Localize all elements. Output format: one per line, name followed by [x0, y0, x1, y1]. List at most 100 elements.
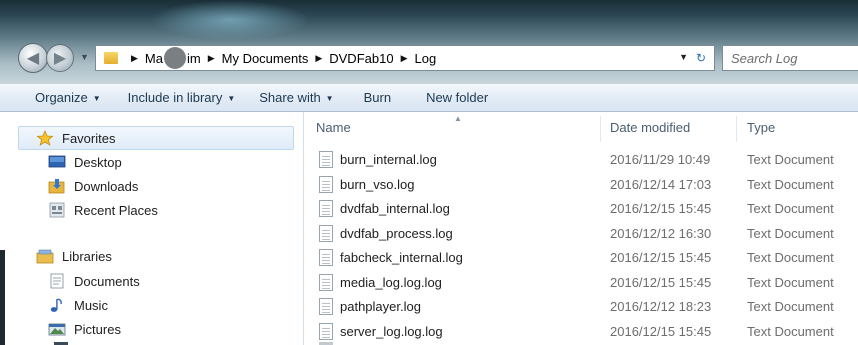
- sidebar-item-label: Music: [74, 297, 108, 313]
- column-header-type[interactable]: Type: [747, 120, 775, 135]
- sidebar-item-label: Downloads: [74, 178, 139, 194]
- file-row[interactable]: dvdfab_internal.log 2016/12/15 15:45 Text …: [304, 197, 858, 221]
- file-date-modified: 2016/12/15 15:45: [610, 274, 712, 290]
- aero-glow: [150, 0, 310, 40]
- breadcrumb: ▶ Ma im ▶ My Documents ▶ DVDFab10 ▶ Log: [124, 47, 436, 69]
- redaction-blur: [163, 47, 186, 69]
- file-row[interactable]: burn_internal.log 2016/11/29 10:49 Text Do…: [304, 148, 858, 172]
- organize-button[interactable]: Organize ▼: [35, 90, 101, 105]
- navigation-pane: Favorites Desktop Downloads Recent Place…: [0, 112, 304, 345]
- column-divider[interactable]: [736, 116, 737, 142]
- file-row[interactable]: fabcheck_internal.log 2016/12/15 15:45 Tex…: [304, 246, 858, 270]
- file-date-modified: 2016/12/15 15:45: [610, 201, 712, 216]
- title-bar: [0, 0, 858, 84]
- sidebar-item-recent-places[interactable]: Recent Places: [48, 200, 158, 220]
- window-edge: [0, 250, 5, 345]
- file-name: burn_internal.log: [340, 152, 437, 167]
- back-button[interactable]: ◀: [18, 43, 48, 73]
- file-type: Text Document: [747, 152, 834, 167]
- breadcrumb-user-part2[interactable]: im: [187, 51, 201, 66]
- burn-button[interactable]: Burn: [364, 90, 391, 105]
- file-row[interactable]: pathplayer.log 2016/12/12 18:23 Text Docum…: [304, 295, 858, 319]
- forward-button[interactable]: ▶: [46, 44, 74, 72]
- file-date-modified: 2016/12/14 17:03: [610, 176, 712, 192]
- share-with-button[interactable]: Share with ▼: [259, 90, 333, 105]
- sidebar-item-favorites[interactable]: Favorites: [36, 128, 115, 148]
- file-name: burn_vso.log: [340, 176, 415, 192]
- file-row[interactable]: dvdfab_process.log 2016/12/12 16:30 Text D…: [304, 222, 858, 246]
- text-document-icon: [319, 224, 333, 242]
- text-document-icon: [319, 200, 333, 217]
- recent-places-icon: [48, 202, 66, 218]
- sidebar-item-label: Pictures: [74, 321, 121, 337]
- search-input[interactable]: Search Log: [722, 45, 858, 71]
- downloads-icon: [48, 178, 66, 194]
- text-document-icon: [319, 151, 333, 168]
- libraries-icon: [36, 248, 54, 264]
- file-type: Text Document: [747, 225, 834, 241]
- sidebar-item-label: Libraries: [62, 248, 112, 264]
- sidebar-item-label: Desktop: [74, 154, 122, 170]
- file-name: dvdfab_process.log: [340, 225, 453, 241]
- sidebar-item-libraries[interactable]: Libraries: [36, 246, 112, 266]
- sidebar-item-desktop[interactable]: Desktop: [48, 152, 122, 172]
- file-name: server_log.log.log: [340, 323, 443, 339]
- search-placeholder: Search Log: [731, 50, 798, 66]
- chevron-down-icon: ▼: [325, 94, 334, 104]
- text-document-icon: [319, 322, 333, 340]
- desktop-icon: [48, 154, 66, 170]
- include-in-library-button[interactable]: Include in library ▼: [128, 90, 236, 105]
- file-date-modified: 2016/11/29 10:49: [610, 152, 711, 167]
- sidebar-item-documents[interactable]: Documents: [48, 271, 140, 291]
- breadcrumb-item-dvdfab10[interactable]: DVDFab10: [329, 51, 393, 66]
- new-folder-button[interactable]: New folder: [426, 90, 488, 105]
- sidebar-item-label: Favorites: [62, 130, 116, 146]
- chevron-down-icon: ▼: [92, 94, 101, 104]
- address-bar[interactable]: ▶ Ma im ▶ My Documents ▶ DVDFab10 ▶ Log ▼…: [95, 45, 715, 71]
- sort-ascending-icon: ▲: [454, 114, 462, 123]
- file-date-modified: 2016/12/12 16:30: [610, 225, 712, 241]
- file-date-modified: 2016/12/15 15:45: [610, 323, 712, 339]
- breadcrumb-item-log[interactable]: Log: [414, 51, 436, 66]
- file-type: Text Document: [747, 299, 834, 314]
- breadcrumb-item-my-documents[interactable]: My Documents: [222, 51, 309, 66]
- file-type: Text Document: [747, 201, 834, 216]
- sidebar-item-label: Documents: [74, 273, 140, 289]
- text-document-icon: [319, 298, 333, 315]
- address-dropdown-icon[interactable]: ▼: [679, 52, 688, 62]
- pictures-icon: [48, 321, 66, 337]
- file-row[interactable]: media_log.log.log 2016/12/15 15:45 Text Do…: [304, 271, 858, 295]
- sidebar-item-pictures[interactable]: Pictures: [48, 319, 121, 339]
- file-row[interactable]: server_log.log.log 2016/12/15 15:45 Text D…: [304, 320, 858, 344]
- breadcrumb-chevron-icon[interactable]: ▶: [401, 53, 408, 64]
- file-name: media_log.log.log: [340, 274, 442, 290]
- breadcrumb-chevron-icon[interactable]: ▶: [315, 53, 322, 64]
- sidebar-item-downloads[interactable]: Downloads: [48, 176, 138, 196]
- folder-icon: [104, 52, 118, 64]
- music-icon: [48, 297, 66, 313]
- column-divider[interactable]: [600, 116, 601, 142]
- chevron-down-icon: ▼: [227, 94, 236, 104]
- text-document-icon: [319, 175, 333, 193]
- refresh-icon[interactable]: ↻: [692, 49, 710, 67]
- column-header-name[interactable]: Name: [316, 120, 351, 135]
- file-type: Text Document: [747, 274, 834, 290]
- breadcrumb-user-part1[interactable]: Ma: [145, 51, 163, 66]
- file-row[interactable]: burn_vso.log 2016/12/14 17:03 Text Documen…: [304, 173, 858, 197]
- star-icon: [36, 130, 54, 146]
- sidebar-item-label: Recent Places: [74, 202, 158, 218]
- file-name: pathplayer.log: [340, 299, 421, 314]
- breadcrumb-chevron-icon[interactable]: ▶: [131, 53, 138, 64]
- file-list: Name ▲ Date modified Type burn_internal.…: [304, 112, 858, 345]
- back-arrow-icon: ◀: [26, 50, 40, 67]
- sidebar-item-music[interactable]: Music: [48, 295, 108, 315]
- column-header-date-modified[interactable]: Date modified: [610, 120, 690, 135]
- file-date-modified: 2016/12/12 18:23: [610, 299, 712, 314]
- recent-pages-dropdown[interactable]: ▼: [80, 52, 89, 62]
- command-bar: Organize ▼ Include in library ▼ Share with…: [0, 84, 858, 112]
- text-document-icon: [319, 273, 333, 291]
- file-name: fabcheck_internal.log: [340, 250, 463, 265]
- file-type: Text Document: [747, 250, 834, 265]
- breadcrumb-chevron-icon[interactable]: ▶: [208, 53, 215, 64]
- documents-icon: [48, 273, 66, 289]
